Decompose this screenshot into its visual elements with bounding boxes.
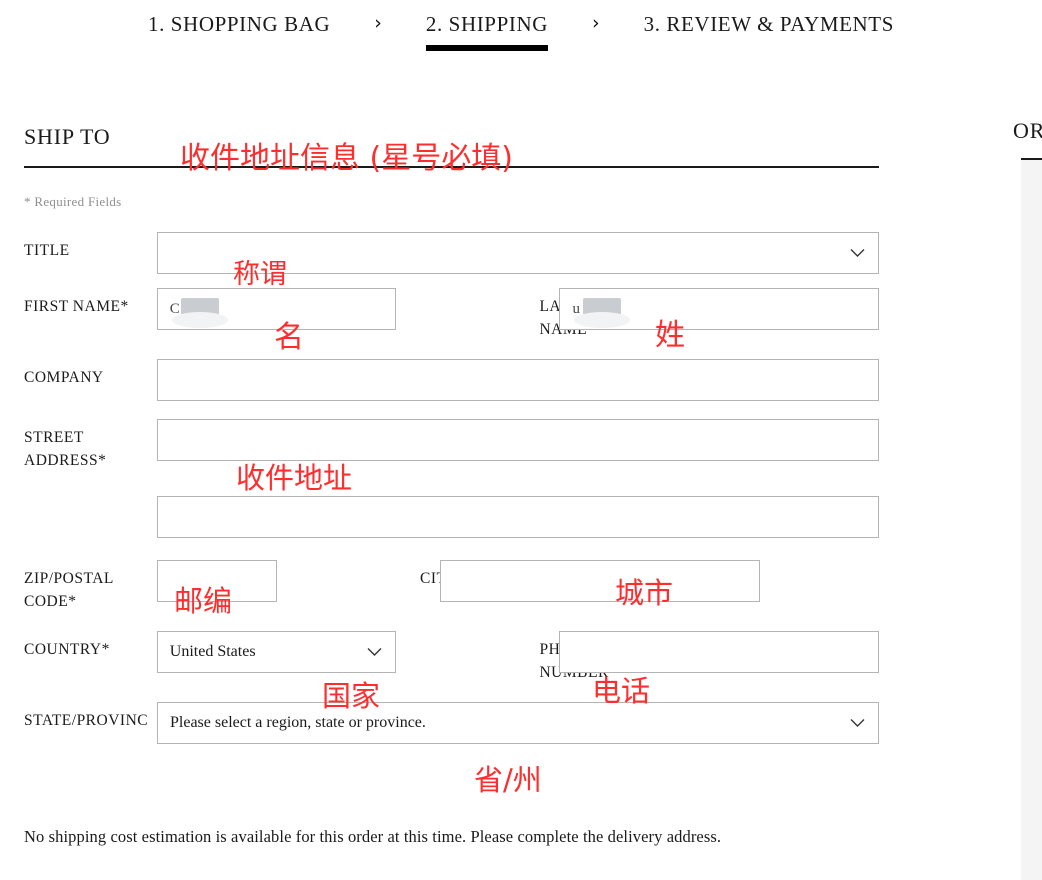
first-name-label: FIRST NAME* [24, 298, 129, 315]
title-select[interactable] [157, 232, 879, 274]
company-input[interactable] [157, 359, 879, 401]
shipping-estimate-note: No shipping cost estimation is available… [24, 827, 722, 846]
title-label: TITLE [24, 242, 70, 259]
form-row-street-address: STREET ADDRESS* [24, 419, 879, 472]
city-label: CITY* [277, 560, 466, 590]
shipping-address-form: SHIP TO * Required Fields TITLE FIRST NA… [24, 118, 880, 744]
zip-label: ZIP/POSTAL CODE* [24, 570, 114, 610]
order-summary-title: OR [1013, 118, 1042, 143]
last-name-input[interactable]: u [559, 288, 880, 330]
progress-active-underline [425, 45, 548, 51]
ship-to-title: SHIP TO [24, 124, 111, 149]
phone-input[interactable] [559, 631, 879, 673]
progress-step-shipping[interactable]: 2. SHIPPING [425, 0, 548, 51]
city-input[interactable] [440, 560, 760, 602]
street-address-2-label [24, 496, 157, 503]
company-label: COMPANY [24, 369, 104, 386]
street-address-2-input[interactable] [157, 496, 879, 538]
redaction-blob-soft [574, 311, 631, 328]
progress-step-shopping-bag-label: 1. SHOPPING BAG [147, 12, 331, 36]
form-row-state: STATE/PROVINC Please select a region, st… [24, 702, 879, 744]
form-row-zip-city: ZIP/POSTAL CODE* CITY* [24, 560, 879, 613]
street-address-input[interactable] [157, 419, 879, 461]
last-name-value-redacted: u [572, 297, 631, 328]
ship-to-header: SHIP TO [24, 118, 879, 168]
country-select-value: United States [169, 643, 256, 660]
last-name-label: LAST NAME* [396, 288, 594, 341]
progress-step-shipping-label: 2. SHIPPING [425, 12, 548, 36]
form-row-country-phone: COUNTRY* United States PHONE NUMBER* [24, 631, 879, 684]
form-row-name: FIRST NAME* C LAST NAME* u [24, 288, 880, 341]
country-select[interactable]: United States [156, 631, 397, 673]
form-row-company: COMPANY [24, 359, 879, 401]
state-label: STATE/PROVINC [24, 712, 149, 729]
annotation-state: 省/州 [474, 763, 542, 797]
chevron-down-icon [850, 249, 865, 258]
order-summary-panel: OR [1013, 118, 1042, 880]
progress-separator-icon-1: › [374, 12, 382, 34]
first-name-input[interactable]: C [156, 288, 397, 330]
country-label: COUNTRY* [24, 641, 110, 658]
order-summary-body [1021, 158, 1042, 880]
progress-step-shopping-bag[interactable]: 1. SHOPPING BAG [148, 0, 330, 37]
progress-step-review-payments[interactable]: 3. REVIEW & PAYMENTS [644, 0, 894, 37]
first-name-value-redacted: C [170, 297, 228, 328]
redaction-blob-soft [171, 311, 228, 328]
checkout-progress-bar: 1. SHOPPING BAG › 2. SHIPPING › 3. REVIE… [0, 0, 1042, 72]
state-select-value: Please select a region, state or provinc… [170, 714, 426, 731]
required-fields-note: * Required Fields [24, 194, 122, 209]
form-row-street-address-2 [24, 496, 879, 538]
chevron-down-icon [850, 719, 865, 728]
street-address-label: STREET ADDRESS* [24, 429, 107, 469]
phone-label: PHONE NUMBER* [396, 631, 616, 684]
state-select[interactable]: Please select a region, state or provinc… [157, 702, 879, 744]
zip-input[interactable] [157, 560, 277, 602]
chevron-down-icon [367, 648, 382, 657]
progress-separator-icon-2: › [591, 12, 600, 34]
progress-step-review-payments-label: 3. REVIEW & PAYMENTS [643, 12, 895, 36]
form-row-title: TITLE [24, 232, 879, 274]
